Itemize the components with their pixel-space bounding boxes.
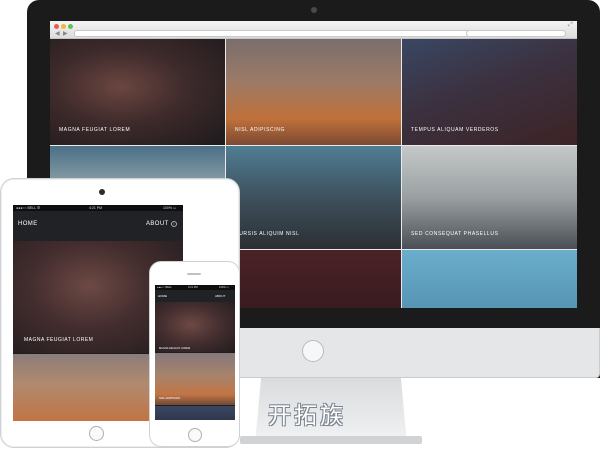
- tile-caption: NISL ADIPISCING: [159, 397, 181, 400]
- iphone-home-button[interactable]: [188, 428, 202, 442]
- tile-caption: SED CONSEQUAT PHASELLUS: [411, 231, 499, 237]
- imac-stand-base: [240, 436, 422, 444]
- iphone-screen: ●●●○○ BELL 4:21 PM 100% ▭ HOME ABOUT MAG…: [155, 285, 235, 420]
- browser-search-input[interactable]: [466, 30, 566, 37]
- nav-home-link[interactable]: HOME: [18, 221, 38, 227]
- close-window-icon[interactable]: [54, 24, 59, 29]
- nav-home-link[interactable]: HOME: [158, 294, 167, 298]
- gallery-tile[interactable]: MAGNA FEUGIAT LOREM: [50, 39, 225, 145]
- gallery-tile[interactable]: [155, 406, 235, 420]
- maximize-window-icon[interactable]: [68, 24, 73, 29]
- fullscreen-icon[interactable]: ⤢: [568, 22, 573, 29]
- browser-toolbar: ◀ ▶ ⤢: [50, 21, 577, 39]
- gallery-tile[interactable]: TEMPUS ALIQUAM VERDEROS: [402, 39, 577, 145]
- gallery-tile[interactable]: NISL ADIPISCING: [226, 39, 401, 145]
- gallery-tile[interactable]: [402, 250, 577, 308]
- tile-caption: NISL ADIPISCING: [235, 127, 285, 133]
- info-icon[interactable]: i: [171, 221, 177, 227]
- nav-about-link[interactable]: ABOUT: [146, 221, 169, 227]
- gallery-tile[interactable]: [226, 250, 401, 308]
- gallery-tile[interactable]: CURSIS ALIQUIM NISL: [226, 146, 401, 249]
- imac-logo-icon: [302, 340, 324, 362]
- watermark-text: 开拓族: [268, 403, 346, 429]
- tile-caption: MAGNA FEUGIAT LOREM: [59, 127, 131, 133]
- imac-camera-icon: [311, 7, 317, 13]
- forward-arrow-icon[interactable]: ▶: [63, 30, 68, 38]
- tile-caption: MAGNA FEUGIAT LOREM: [24, 337, 94, 343]
- minimize-window-icon[interactable]: [61, 24, 66, 29]
- nav-about-link[interactable]: ABOUT: [215, 294, 225, 298]
- tile-caption: TEMPUS ALIQUAM VERDEROS: [411, 127, 499, 133]
- gallery-tile[interactable]: SED CONSEQUAT PHASELLUS: [402, 146, 577, 249]
- tile-caption: CURSIS ALIQUIM NISL: [235, 231, 300, 237]
- ipad-home-button[interactable]: [89, 426, 104, 441]
- tile-caption: MAGNA FEUGIAT LOREM: [159, 347, 191, 350]
- gallery-tile[interactable]: [155, 302, 235, 352]
- ipad-camera-icon: [99, 189, 105, 195]
- address-bar[interactable]: [74, 30, 488, 37]
- iphone-speaker-icon: [187, 273, 201, 275]
- back-arrow-icon[interactable]: ◀: [55, 30, 60, 38]
